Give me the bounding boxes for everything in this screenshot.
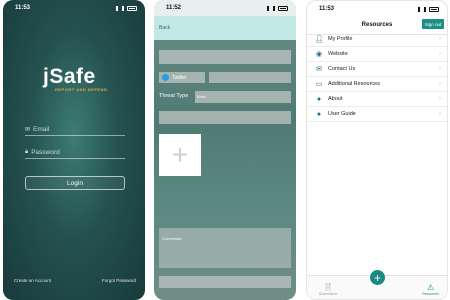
status-icons — [116, 5, 137, 11]
envelope-icon: ✉ — [316, 66, 322, 73]
login-screen: 11:53 jSafe REPORT AND DEFEND ✉ 🔒︎ Login… — [3, 0, 145, 300]
battery-icon — [127, 5, 137, 11]
menu-item-label: Contact Us — [328, 66, 356, 72]
menu-item-my-profile[interactable]: 👤︎ My Profile › — [307, 32, 447, 47]
comments-field[interactable]: Comments — [159, 228, 291, 268]
form-field[interactable] — [159, 276, 291, 288]
menu-item-website[interactable]: ◉ Website › — [307, 47, 447, 62]
resources-menu: 👤︎ My Profile › ◉ Website › ✉ Contact Us… — [307, 32, 447, 122]
warning-icon: ⚠︎ — [427, 283, 435, 292]
create-account-link[interactable]: Create an Account — [14, 278, 51, 283]
plus-icon: + — [373, 270, 381, 285]
chevron-right-icon: › — [439, 36, 441, 42]
password-row: 🔒︎ — [25, 147, 125, 159]
threat-type-select[interactable]: Email — [195, 91, 291, 103]
chevron-right-icon: › — [439, 111, 441, 117]
battery-icon — [429, 6, 439, 12]
monitor-icon: ▭ — [315, 81, 323, 88]
app-screenshots: 11:53 jSafe REPORT AND DEFEND ✉ 🔒︎ Login… — [0, 0, 450, 300]
report-screen: 11:52 Back Twitter Threat Type Email + C… — [154, 0, 296, 300]
password-field[interactable] — [31, 149, 117, 156]
question-icon: ● — [316, 110, 322, 118]
status-icons — [267, 5, 288, 11]
twitter-label: Twitter — [172, 74, 187, 81]
forgot-password-link[interactable]: Forgot Password — [102, 278, 136, 283]
threat-type-label: Threat Type — [159, 93, 189, 99]
tab-resources[interactable]: ⚠︎ Resources — [422, 283, 439, 296]
signal-icon — [418, 6, 426, 12]
add-report-button[interactable]: + — [370, 270, 385, 285]
chevron-right-icon: › — [439, 81, 441, 87]
app-tagline: REPORT AND DEFEND — [55, 87, 108, 92]
menu-item-about[interactable]: ● About › — [307, 92, 447, 107]
menu-item-label: User Guide — [328, 111, 356, 117]
menu-item-label: About — [328, 96, 343, 102]
form-field[interactable] — [159, 111, 291, 124]
envelope-icon: ✉ — [25, 127, 31, 133]
email-row: ✉ — [25, 124, 125, 136]
twitter-icon — [162, 74, 169, 81]
menu-item-contact-us[interactable]: ✉ Contact Us › — [307, 62, 447, 77]
document-icon: 🗎︎ — [324, 283, 332, 292]
status-bar: 11:53 — [3, 0, 145, 16]
chevron-right-icon: › — [439, 51, 441, 57]
menu-item-additional-resources[interactable]: ▭ Additional Resources › — [307, 77, 447, 92]
menu-item-label: My Profile — [328, 36, 353, 42]
menu-item-label: Additional Resources — [328, 81, 380, 87]
status-icons — [418, 6, 439, 12]
resources-screen: 11:53 Resources Sign out 👤︎ My Profile ›… — [306, 0, 448, 300]
email-field[interactable] — [33, 126, 119, 133]
signal-icon — [116, 5, 124, 11]
tab-label: Resources — [422, 292, 439, 296]
chevron-right-icon: › — [439, 66, 441, 72]
form-field[interactable] — [159, 50, 291, 64]
chevron-right-icon: › — [439, 96, 441, 102]
globe-icon: ◉ — [315, 51, 323, 58]
status-bar: 11:52 — [154, 0, 296, 16]
back-button[interactable]: Back — [159, 25, 170, 31]
menu-item-label: Website — [328, 51, 348, 57]
add-photo-button[interactable]: + — [159, 134, 201, 176]
info-icon: ● — [316, 95, 322, 103]
nav-header: Back — [154, 16, 296, 40]
person-icon: 👤︎ — [314, 36, 324, 43]
status-time: 11:53 — [15, 5, 31, 11]
app-logo: jSafe — [43, 65, 96, 88]
menu-item-user-guide[interactable]: ● User Guide › — [307, 107, 447, 122]
tab-submission[interactable]: 🗎︎ Submission — [319, 283, 337, 296]
status-time: 11:53 — [319, 6, 335, 12]
status-time: 11:52 — [166, 5, 182, 11]
twitter-option[interactable]: Twitter — [159, 72, 205, 83]
page-title: Resources — [361, 21, 393, 28]
lock-icon: 🔒︎ — [25, 149, 29, 155]
plus-icon: + — [171, 139, 189, 170]
battery-icon — [278, 5, 288, 11]
signal-icon — [267, 5, 275, 11]
handle-field[interactable] — [209, 72, 291, 83]
login-button[interactable]: Login — [25, 176, 125, 190]
brand: jSafe REPORT AND DEFEND — [43, 65, 123, 92]
tab-label: Submission — [319, 292, 338, 296]
signout-button[interactable]: Sign out — [422, 19, 444, 29]
tab-bar: 🗎︎ Submission + ⚠︎ Resources — [307, 270, 447, 299]
